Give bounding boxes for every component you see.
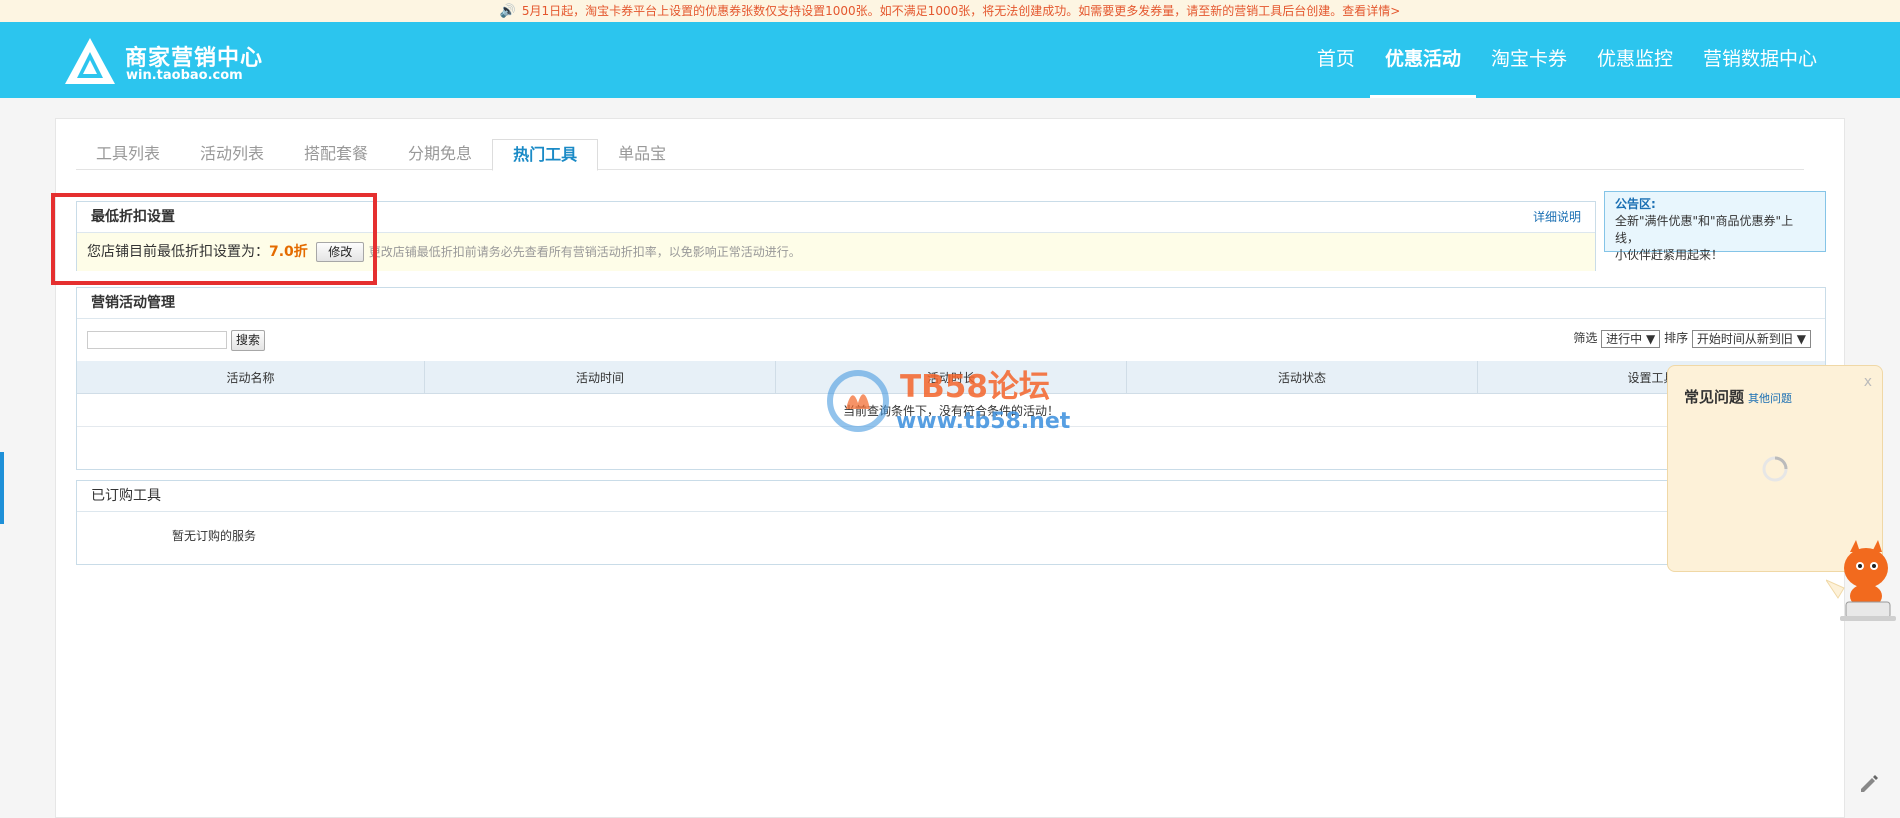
logo[interactable]: 商家营销中心 win.taobao.com [63, 36, 283, 88]
subscribed-empty-message: 暂无订购的服务 [172, 529, 257, 543]
bulletin-title: 公告区: [1615, 197, 1656, 211]
watermark: TB58论坛 www.tb58.net [822, 365, 1082, 439]
search-button[interactable]: 搜索 [231, 330, 266, 351]
announcement-bar[interactable]: 🔊 5月1日起，淘宝卡券平台上设置的优惠券张数仅支持设置1000张。如不满足100… [0, 0, 1900, 22]
activity-management-header: 营销活动管理 [77, 288, 1825, 319]
tab-bar: 工具列表 活动列表 搭配套餐 分期免息 热门工具 单品宝 [76, 139, 1804, 171]
filter-label: 筛选 [1573, 331, 1598, 345]
speaker-icon: 🔊 [499, 4, 516, 19]
chevron-down-icon: ▼ [1646, 331, 1656, 346]
bulletin-line-1: 全新"满件优惠"和"商品优惠券"上线， [1615, 214, 1794, 245]
close-icon[interactable]: x [1864, 374, 1872, 390]
side-edge-tab[interactable] [0, 452, 4, 524]
nav-marketing-data[interactable]: 营销数据中心 [1688, 22, 1832, 98]
tab-activity-list[interactable]: 活动列表 [180, 139, 284, 169]
red-highlight-box [51, 193, 377, 285]
faq-other-link[interactable]: 其他问题 [1748, 392, 1792, 405]
top-header: 商家营销中心 win.taobao.com 首页 优惠活动 淘宝卡券 优惠监控 … [0, 22, 1900, 98]
sort-label: 排序 [1664, 331, 1689, 345]
bulletin-box: 公告区: 全新"满件优惠"和"商品优惠券"上线， 小伙伴赶紧用起来！ [1604, 191, 1826, 262]
chevron-down-icon: ▼ [1796, 331, 1806, 346]
loading-spinner-icon [1762, 456, 1788, 482]
faq-title: 常见问题 其他问题 [1684, 386, 1792, 407]
status-filter-select[interactable]: 进行中 ▼ [1601, 329, 1661, 348]
logo-triangle-icon [65, 38, 115, 84]
search-input[interactable] [87, 331, 227, 349]
mascot-icon[interactable] [1826, 538, 1898, 628]
nav-taobao-coupons[interactable]: 淘宝卡券 [1476, 22, 1582, 98]
tab-installment[interactable]: 分期免息 [388, 139, 492, 169]
nav-home[interactable]: 首页 [1302, 22, 1370, 98]
logo-subtitle: win.taobao.com [126, 68, 243, 83]
edit-pencil-icon[interactable] [1858, 772, 1880, 794]
nav-promotions[interactable]: 优惠活动 [1369, 22, 1476, 98]
filter-sort-bar: 筛选 进行中 ▼ 排序 开始时间从新到旧 ▼ [1573, 329, 1811, 348]
col-activity-status: 活动状态 [1126, 361, 1478, 394]
tab-bundle[interactable]: 搭配套餐 [284, 139, 388, 169]
faq-title-text: 常见问题 [1684, 388, 1745, 406]
tab-tool-list[interactable]: 工具列表 [76, 139, 180, 169]
subscribed-tools-header: 已订购工具 [77, 481, 1825, 512]
status-filter-value: 进行中 [1606, 331, 1643, 346]
sort-value: 开始时间从新到旧 [1696, 331, 1793, 346]
bulletin-line-2: 小伙伴赶紧用起来！ [1615, 248, 1724, 262]
forum-logo-icon [827, 370, 889, 432]
watermark-url: www.tb58.net [896, 409, 1071, 434]
nav-discount-monitor[interactable]: 优惠监控 [1582, 22, 1688, 98]
subscribed-tools-box: 已订购工具 暂无订购的服务 [76, 480, 1826, 565]
col-activity-time: 活动时间 [424, 361, 776, 394]
discount-hint: 更改店铺最低折扣前请务必先查看所有营销活动折扣率，以免影响正常活动进行。 [368, 245, 801, 259]
tab-single-item[interactable]: 单品宝 [598, 139, 686, 169]
watermark-title: TB58论坛 [900, 369, 1050, 405]
col-activity-name: 活动名称 [77, 361, 426, 394]
detail-link[interactable]: 详细说明 [1533, 202, 1581, 232]
announcement-text[interactable]: 5月1日起，淘宝卡券平台上设置的优惠券张数仅支持设置1000张。如不满足1000… [522, 4, 1400, 18]
main-nav: 首页 优惠活动 淘宝卡券 优惠监控 营销数据中心 [1302, 22, 1832, 98]
tab-hot-tools[interactable]: 热门工具 [492, 139, 599, 171]
sort-select[interactable]: 开始时间从新到旧 ▼ [1691, 329, 1811, 348]
